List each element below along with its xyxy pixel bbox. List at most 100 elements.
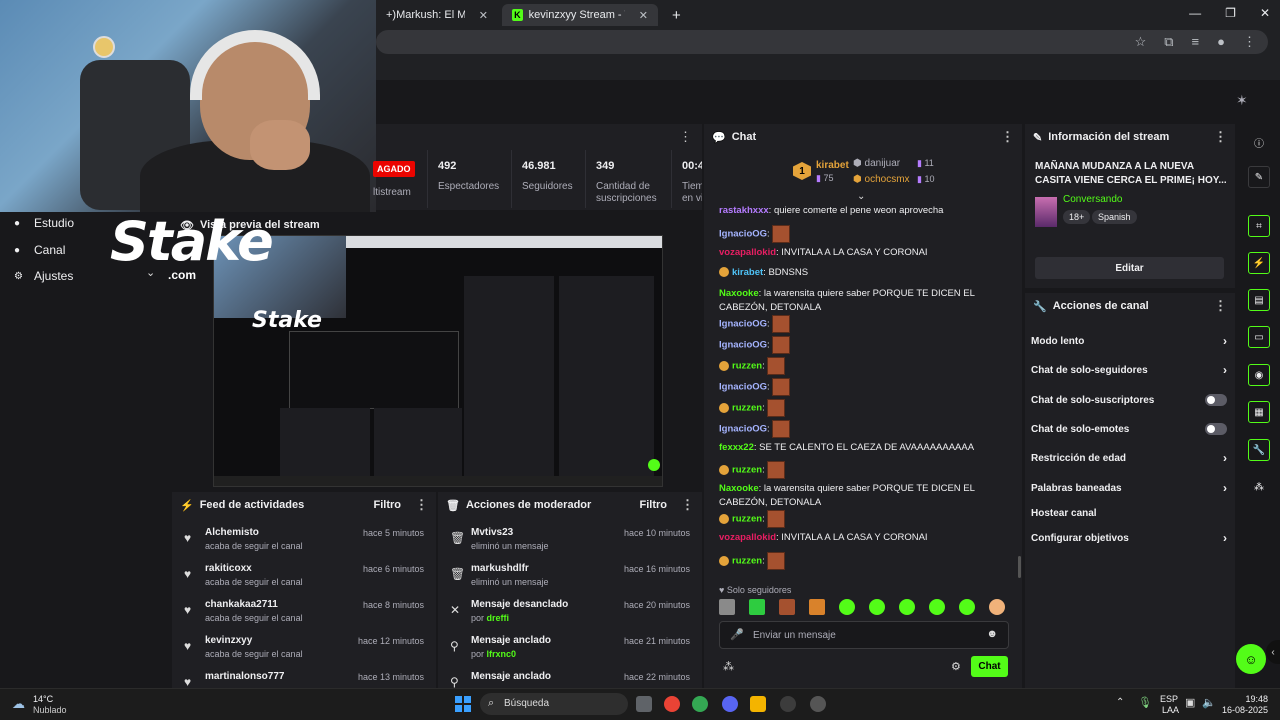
chat-username[interactable]: Naxooke [719, 288, 759, 299]
mic-icon[interactable]: 🎤 [730, 628, 744, 641]
taskbar-search[interactable]: ⌕ Búsqueda [480, 693, 628, 715]
windows-start-icon[interactable] [455, 696, 471, 712]
chrome-icon[interactable] [664, 696, 680, 712]
lightning-icon[interactable]: ⚡ [1248, 252, 1270, 274]
channel-action-row[interactable]: Chat de solo-seguidores › [1031, 363, 1227, 377]
actions-menu-icon[interactable]: ⋮ [1214, 298, 1227, 314]
tab-close-icon[interactable]: ✕ [479, 9, 488, 22]
info-icon[interactable]: ⓘ [1248, 131, 1270, 153]
toggle-switch[interactable] [1205, 423, 1227, 435]
channel-action-row[interactable]: Chat de solo-emotes [1031, 422, 1227, 436]
modaction-title[interactable]: Mvtivs23 [471, 527, 513, 538]
chat-message[interactable]: IgnacioOG: [719, 314, 1014, 333]
quick-emote-icon[interactable] [869, 599, 885, 615]
chat-message[interactable]: Naxooke: la warensita quiere saber PORQU… [719, 287, 1014, 315]
clipboard-icon[interactable]: ▤ [1248, 289, 1270, 311]
leaderboard-first-name[interactable]: kirabet [816, 160, 849, 171]
chat-username[interactable]: rastakhxxx [719, 205, 769, 216]
chat-message[interactable]: kirabet: BDNSNS [719, 266, 1014, 280]
chat-username[interactable]: ruzzen [732, 402, 762, 413]
quick-emote-icon[interactable] [779, 599, 795, 615]
clock-time[interactable]: 19:48 [1226, 694, 1268, 704]
network-icon[interactable]: ▣ [1185, 696, 1195, 709]
crop-icon[interactable]: ⌗ [1248, 215, 1270, 237]
feed-menu-icon[interactable]: ⋮ [415, 497, 428, 513]
help-fab-icon[interactable]: ☺ [1236, 644, 1266, 674]
chat-username[interactable]: IgnacioOG [719, 423, 767, 434]
chat-settings-icon[interactable]: ⚙ [951, 660, 961, 673]
modaction-row[interactable]: 🗑 markushdlfr eliminó un mensaje hace 16 mi… [446, 561, 694, 597]
broadcast-icon[interactable]: ◉ [1248, 364, 1270, 386]
chat-message[interactable]: fexxx22: SE TE CALENTO EL CAEZA DE AVAAA… [719, 441, 1014, 455]
quick-emote-icon[interactable] [929, 599, 945, 615]
leaderboard-third-row[interactable]: ⬢ ochocsmx [853, 174, 910, 185]
chat-message[interactable]: IgnacioOG: [719, 224, 1014, 243]
profile-avatar-icon[interactable]: ● [1217, 34, 1225, 50]
chat-scrollbar[interactable] [1018, 556, 1021, 578]
users-icon[interactable]: ⁂ [1248, 476, 1270, 498]
chat-message[interactable]: IgnacioOG: [719, 377, 1014, 396]
channel-action-row[interactable]: Modo lento › [1031, 334, 1227, 348]
channel-action-row[interactable]: Hostear canal [1031, 506, 1227, 520]
minimize-button[interactable]: — [1189, 6, 1201, 20]
modactions-filter-button[interactable]: Filtro [640, 499, 668, 511]
feed-row[interactable]: ♥ chankakaa2711 acaba de seguir el canal ha… [180, 597, 428, 633]
modaction-row[interactable]: 🗑 Mvtivs23 eliminó un mensaje hace 10 minut… [446, 525, 694, 561]
modaction-title[interactable]: Mensaje anclado [471, 671, 551, 682]
toggle-switch[interactable] [1205, 394, 1227, 406]
quick-emote-icon[interactable] [989, 599, 1005, 615]
maximize-button[interactable]: ❐ [1225, 6, 1236, 20]
chat-username[interactable]: vozapallokid [719, 532, 776, 543]
chat-message[interactable]: ruzzen: [719, 551, 1014, 570]
browser-tab-kick[interactable]: K kevinzxyy Stream - Watch Live o ✕ [502, 4, 658, 26]
feed-username[interactable]: kevinzxyy [205, 635, 252, 646]
chat-username[interactable]: ruzzen [732, 465, 762, 476]
chat-input-box[interactable]: 🎤 Enviar un mensaje ☻ [719, 621, 1009, 649]
microphone-tray-icon[interactable]: 🎙 [1138, 696, 1152, 709]
chat-username[interactable]: Naxooke [719, 483, 759, 494]
close-window-button[interactable]: ✕ [1260, 6, 1270, 20]
chat-message[interactable]: Naxooke: la warensita quiere saber PORQU… [719, 482, 1014, 510]
modaction-row[interactable]: ⚲ Mensaje anclado por lfrxnc0 hace 21 minut… [446, 633, 694, 669]
media-icon[interactable]: ≡ [1192, 34, 1200, 50]
chat-message[interactable]: vozapallokid: INVITALA A LA CASA Y CORON… [719, 531, 1014, 545]
modaction-title[interactable]: Mensaje desanclado [471, 599, 568, 610]
quick-emote-icon[interactable] [959, 599, 975, 615]
quick-emote-icon[interactable] [899, 599, 915, 615]
modaction-actor[interactable]: lfrxnc0 [487, 649, 517, 659]
feed-username[interactable]: rakiticoxx [205, 563, 252, 574]
collapse-arrow-icon[interactable]: ‹ [1266, 640, 1280, 664]
chat-message[interactable]: vozapallokid: INVITALA A LA CASA Y CORON… [719, 246, 1014, 260]
modaction-title[interactable]: Mensaje anclado [471, 635, 551, 646]
channel-action-row[interactable]: Palabras baneadas › [1031, 481, 1227, 495]
feed-username[interactable]: Alchemisto [205, 527, 259, 538]
stream-preview-video[interactable]: Stake [213, 235, 663, 487]
edit-button[interactable]: Editar [1035, 257, 1224, 279]
modaction-row[interactable]: ✕ Mensaje desanclado por dreffi hace 20 min… [446, 597, 694, 633]
new-tab-button[interactable]: + [662, 4, 684, 26]
modactions-menu-icon[interactable]: ⋮ [681, 497, 694, 513]
media-player-icon[interactable] [780, 696, 796, 712]
browser-tab-markush[interactable]: +)Markush: El Más Caezón d ✕ [376, 4, 498, 26]
chat-username[interactable]: fexxx22 [719, 442, 754, 453]
layout-icon[interactable]: ▦ [1248, 401, 1270, 423]
quick-emote-icon[interactable] [809, 599, 825, 615]
file-explorer-icon[interactable] [750, 696, 766, 712]
modaction-title[interactable]: markushdlfr [471, 563, 529, 574]
chat-message[interactable]: rastakhxxx: quiere comerte el pene weon … [719, 204, 1014, 218]
feed-username[interactable]: martinalonso777 [205, 671, 284, 682]
community-icon[interactable]: ⁂ [723, 660, 734, 673]
channel-action-row[interactable]: Chat de solo-suscriptores [1031, 393, 1227, 407]
category-link[interactable]: Conversando [1063, 194, 1122, 205]
user-avatar-icon[interactable]: ✶ [1236, 92, 1248, 109]
message-icon[interactable]: ▭ [1248, 326, 1270, 348]
discord-icon[interactable] [722, 696, 738, 712]
language-indicator[interactable]: ESP [1160, 694, 1178, 704]
stats-menu-icon[interactable]: ⋮ [679, 129, 692, 145]
chat-username[interactable]: IgnacioOG [719, 228, 767, 239]
chat-username[interactable]: IgnacioOG [719, 339, 767, 350]
info-menu-icon[interactable]: ⋮ [1214, 129, 1227, 145]
chat-username[interactable]: ruzzen [732, 555, 762, 566]
feed-row[interactable]: ♥ kevinzxyy acaba de seguir el canal hace 1… [180, 633, 428, 669]
nav-item-ajustes[interactable]: ⚙ Ajustes [14, 269, 73, 283]
